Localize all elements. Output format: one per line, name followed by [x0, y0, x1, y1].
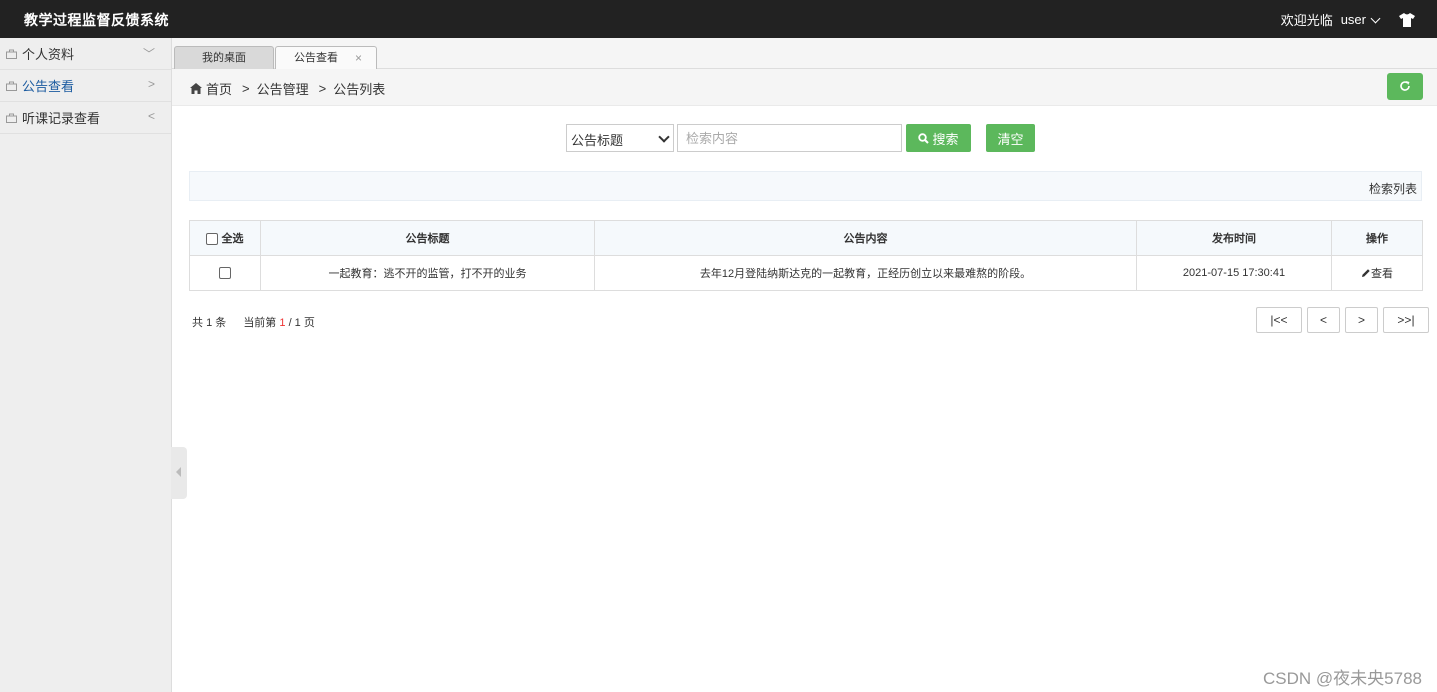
- theme-shirt-icon[interactable]: [1399, 12, 1415, 27]
- last-page-button[interactable]: >>|: [1383, 307, 1429, 333]
- chevron-down-icon: [1370, 13, 1381, 23]
- select-all-label: 全选: [221, 233, 244, 245]
- tab-notice-view[interactable]: 公告查看 ×: [275, 46, 377, 70]
- breadcrumb-bar: 首页 > 公告管理 > 公告列表: [172, 69, 1437, 106]
- breadcrumb-level1[interactable]: 公告管理: [257, 79, 309, 98]
- home-icon: [190, 83, 202, 94]
- result-list-label: 检索列表: [1368, 182, 1417, 196]
- breadcrumb-home[interactable]: 首页: [206, 79, 232, 98]
- user-area: 欢迎光临 user: [1281, 10, 1415, 29]
- column-header: 操作: [1331, 220, 1423, 256]
- search-row: 公告标题 搜索 清空: [566, 124, 1035, 152]
- notice-table: 全选 公告标题 公告内容 发布时间 操作 一起教育：逃不开的监管，打不开的业务 …: [189, 220, 1423, 291]
- total-prefix: 共: [192, 317, 203, 329]
- sidebar-item-lecture-records[interactable]: 听课记录查看 <: [0, 102, 171, 134]
- cell-title: 一起教育：逃不开的监管，打不开的业务: [260, 255, 595, 291]
- view-link[interactable]: 查看: [1361, 265, 1393, 281]
- cell-time: 2021-07-15 17:30:41: [1136, 255, 1332, 291]
- pagination-buttons: |<< < > >>|: [1256, 307, 1429, 333]
- bag-icon: [6, 49, 17, 59]
- search-field-select[interactable]: 公告标题: [566, 124, 674, 152]
- user-menu[interactable]: user: [1340, 12, 1381, 27]
- top-bar: 教学过程监督反馈系统 欢迎光临 user: [0, 0, 1437, 38]
- total-count: 1: [206, 317, 213, 329]
- search-icon: [918, 132, 930, 144]
- tab-label: 我的桌面: [202, 52, 246, 64]
- tab-desktop[interactable]: 我的桌面: [174, 46, 274, 69]
- chevron-down-icon: ﹀: [142, 47, 155, 61]
- search-field-value: 公告标题: [571, 133, 624, 148]
- bag-icon: [6, 81, 17, 91]
- next-page-button[interactable]: >: [1345, 307, 1378, 333]
- collapse-arrow-icon: [176, 467, 181, 477]
- username: user: [1340, 12, 1366, 27]
- refresh-icon: [1400, 81, 1410, 91]
- search-button-label: 搜索: [932, 131, 959, 147]
- pagination-info: 共 1 条 当前第 1 / 1 页: [192, 314, 315, 330]
- table-header-row: 全选 公告标题 公告内容 发布时间 操作: [189, 220, 1423, 256]
- app-title: 教学过程监督反馈系统: [24, 12, 169, 28]
- close-icon[interactable]: ×: [355, 47, 362, 69]
- sidebar-item-label: 听课记录查看: [22, 111, 101, 126]
- watermark: CSDN @夜未央5788: [1263, 669, 1422, 688]
- breadcrumb: 首页 > 公告管理 > 公告列表: [190, 79, 385, 98]
- tab-bar: 我的桌面 公告查看 ×: [172, 38, 1437, 70]
- refresh-button[interactable]: [1387, 73, 1423, 100]
- search-input[interactable]: [677, 124, 902, 152]
- chevron-right-icon: >: [147, 77, 155, 91]
- clear-button[interactable]: 清空: [986, 124, 1035, 152]
- total-suffix: 条: [215, 317, 227, 329]
- select-all-checkbox[interactable]: [206, 233, 219, 246]
- sidebar-item-notices[interactable]: 公告查看 >: [0, 70, 171, 102]
- cell-action: 查看: [1331, 255, 1423, 291]
- column-header: 公告内容: [594, 220, 1137, 256]
- breadcrumb-level2: 公告列表: [333, 82, 386, 97]
- pages-text: / 1 页: [288, 317, 315, 329]
- sidebar-item-label: 个人资料: [22, 47, 75, 62]
- column-header: 发布时间: [1136, 220, 1332, 256]
- welcome-text: 欢迎光临: [1280, 13, 1333, 28]
- cell-content: 去年12月登陆纳斯达克的一起教育，正经历创立以来最难熬的阶段。: [594, 255, 1137, 291]
- breadcrumb-separator: >: [318, 81, 327, 96]
- tab-label: 公告查看: [294, 52, 338, 64]
- row-checkbox[interactable]: [219, 267, 231, 280]
- row-checkbox-cell: [189, 255, 261, 291]
- table-row: 一起教育：逃不开的监管，打不开的业务 去年12月登陆纳斯达克的一起教育，正经历创…: [189, 255, 1423, 291]
- sidebar-item-label: 公告查看: [22, 79, 75, 94]
- bag-icon: [6, 113, 17, 123]
- prev-page-button[interactable]: <: [1307, 307, 1340, 333]
- clear-button-label: 清空: [997, 131, 1024, 147]
- column-header: 公告标题: [260, 220, 595, 256]
- current-page: 1: [279, 317, 286, 329]
- sidebar: 个人资料 ﹀ 公告查看 > 听课记录查看 <: [0, 38, 172, 692]
- search-button[interactable]: 搜索: [906, 124, 971, 152]
- chevron-down-icon: [658, 131, 670, 143]
- result-list-bar: 检索列表: [189, 171, 1422, 201]
- pencil-icon: [1362, 269, 1370, 277]
- breadcrumb-separator: >: [242, 81, 250, 96]
- current-prefix: 当前第: [243, 317, 277, 329]
- select-all-header[interactable]: 全选: [189, 220, 261, 256]
- sidebar-item-profile[interactable]: 个人资料 ﹀: [0, 38, 171, 70]
- sidebar-collapse-handle[interactable]: [171, 447, 187, 499]
- chevron-left-icon: <: [147, 109, 155, 123]
- first-page-button[interactable]: |<<: [1256, 307, 1302, 333]
- view-link-label: 查看: [1371, 268, 1393, 280]
